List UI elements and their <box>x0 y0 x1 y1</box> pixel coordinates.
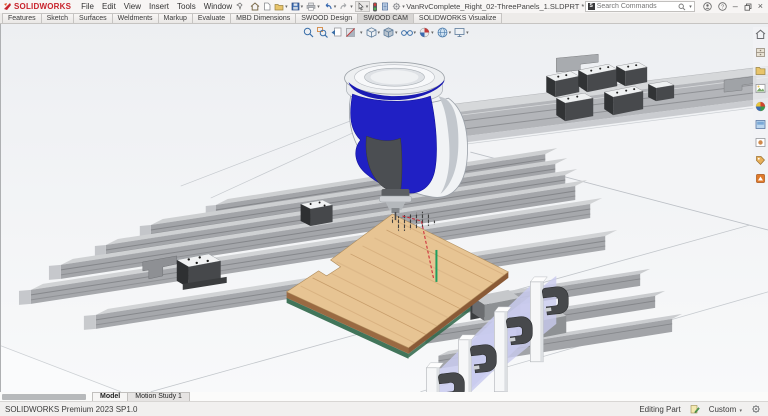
bottom-tab-bar: Model Motion Study 1 <box>0 392 768 401</box>
status-bar: SOLIDWORKS Premium 2023 SP1.0 Editing Pa… <box>0 401 768 416</box>
open-icon[interactable]: ▾ <box>273 2 289 11</box>
tab-scroll-bar[interactable] <box>2 394 86 400</box>
graphics-area[interactable]: ▾ ▾ ▾ ▾ ▾ ▾ ▾ <box>0 24 768 392</box>
minimize-button[interactable]: – <box>733 2 738 11</box>
3d-viewport[interactable] <box>1 24 768 392</box>
tab-solidworks-visualize[interactable]: SOLIDWORKS Visualize <box>412 13 503 23</box>
file-explorer-icon[interactable] <box>755 65 766 76</box>
title-bar: SOLIDWORKS File Edit View Insert Tools W… <box>0 0 768 13</box>
menu-view[interactable]: View <box>120 2 145 11</box>
view-palette-icon[interactable] <box>755 83 766 94</box>
tab-features[interactable]: Features <box>2 13 42 23</box>
close-button[interactable]: × <box>758 2 763 11</box>
document-title: VanRvComplete_Right_02-ThreePanels_1.SLD… <box>406 2 585 11</box>
scenes-icon[interactable] <box>755 119 766 130</box>
solidworks-logo: SOLIDWORKS <box>3 2 71 11</box>
logo-text: SOLIDWORKS <box>14 2 72 11</box>
display-style-icon[interactable]: ▾ <box>383 27 398 38</box>
dropdown-arrow-icon: ▾ <box>360 29 363 36</box>
swood-library-icon[interactable] <box>755 173 766 184</box>
design-library-icon[interactable] <box>755 47 766 58</box>
custom-properties-icon[interactable] <box>755 155 766 166</box>
select-icon[interactable]: ▾ <box>354 1 371 12</box>
search-icon[interactable] <box>678 3 686 11</box>
command-manager-tabs: Features Sketch Surfaces Weldments Marku… <box>0 13 768 24</box>
appearances-icon[interactable] <box>755 101 766 112</box>
redo-icon[interactable]: ▾ <box>338 2 354 11</box>
svg-text:?: ? <box>721 4 724 10</box>
window-controls: ? – × <box>703 2 763 11</box>
status-right-group: Editing Part Custom ▾ <box>639 404 763 414</box>
decals-icon[interactable] <box>755 137 766 148</box>
zoom-to-fit-icon[interactable] <box>303 27 314 38</box>
hide-show-items-icon[interactable]: ▾ <box>400 27 416 38</box>
menu-edit[interactable]: Edit <box>98 2 120 11</box>
solidworks-resources-icon[interactable] <box>755 29 766 40</box>
tab-swood-design[interactable]: SWOOD Design <box>295 13 359 23</box>
search-input[interactable] <box>596 3 677 10</box>
tab-markup[interactable]: Markup <box>157 13 193 23</box>
pin-icon[interactable] <box>236 1 244 12</box>
tab-swood-cam[interactable]: SWOOD CAM <box>357 13 414 23</box>
tab-surfaces[interactable]: Surfaces <box>73 13 113 23</box>
solidworks-logo-icon <box>4 3 11 10</box>
rebuild-icon[interactable] <box>371 2 379 12</box>
editing-state-label: Editing Part <box>639 404 681 414</box>
user-login-icon[interactable] <box>703 2 712 11</box>
heads-up-toolbar: ▾ ▾ ▾ ▾ ▾ ▾ ▾ <box>301 26 471 39</box>
view-orientation-icon[interactable]: ▾ <box>366 27 380 38</box>
restore-button[interactable] <box>744 3 752 11</box>
tab-weldments[interactable]: Weldments <box>111 13 159 23</box>
view-settings-icon[interactable]: ▾ <box>454 27 469 38</box>
task-pane <box>753 27 768 186</box>
tab-model[interactable]: Model <box>92 392 129 401</box>
menu-tools[interactable]: Tools <box>173 2 200 11</box>
menu-file[interactable]: File <box>77 2 98 11</box>
print-icon[interactable]: ▾ <box>305 2 321 11</box>
section-view-icon[interactable] <box>345 27 356 38</box>
search-dropdown-icon[interactable]: ▾ <box>689 4 692 10</box>
tab-mbd-dimensions[interactable]: MBD Dimensions <box>230 13 297 23</box>
vacuum-pod-upper[interactable] <box>299 199 334 226</box>
home-icon[interactable] <box>249 2 261 11</box>
edit-appearance-icon[interactable]: ▾ <box>419 27 434 38</box>
save-icon[interactable]: ▾ <box>290 2 305 11</box>
tab-sketch[interactable]: Sketch <box>40 13 75 23</box>
search-commands-box[interactable]: S ▾ <box>584 1 695 12</box>
new-document-icon[interactable] <box>262 2 272 11</box>
menu-window[interactable]: Window <box>200 2 236 11</box>
tab-evaluate[interactable]: Evaluate <box>191 13 232 23</box>
editing-part-icon <box>690 405 700 414</box>
solidworks-badge-icon: S <box>587 3 595 10</box>
apply-scene-icon[interactable]: ▾ <box>437 27 451 38</box>
previous-view-icon[interactable] <box>331 27 342 38</box>
unit-system-dropdown[interactable]: Custom ▾ <box>709 405 742 414</box>
menu-insert[interactable]: Insert <box>145 2 173 11</box>
options-icon[interactable]: ▾ <box>391 2 406 11</box>
zoom-to-area-icon[interactable] <box>317 27 328 38</box>
quick-access-toolbar: ▾ ▾ ▾ ▾ ▾ ▾ ▾ <box>249 1 406 12</box>
help-icon[interactable]: ? <box>718 2 727 11</box>
undo-icon[interactable]: ▾ <box>322 2 338 11</box>
status-version: SOLIDWORKS Premium 2023 SP1.0 <box>5 404 138 414</box>
status-options-gear-icon[interactable] <box>751 404 761 414</box>
tab-motion-study[interactable]: Motion Study 1 <box>127 392 190 401</box>
file-properties-icon[interactable] <box>380 2 390 11</box>
